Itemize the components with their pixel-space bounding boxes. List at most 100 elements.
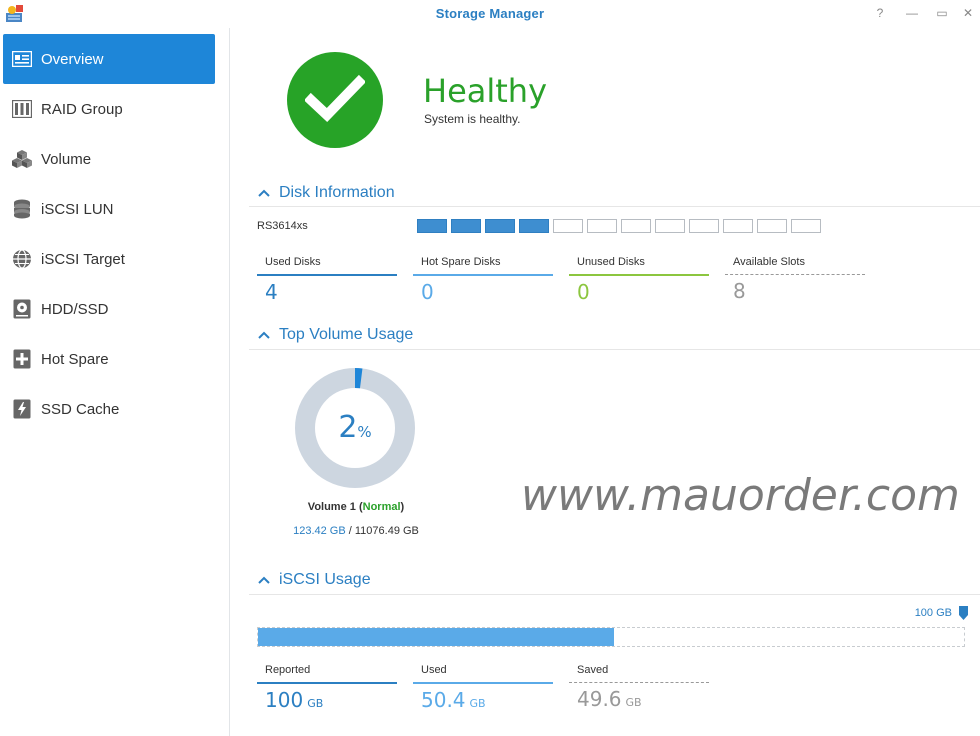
- disk-slot-empty[interactable]: [791, 219, 821, 233]
- checkmark-icon: [303, 74, 367, 127]
- sidebar-item-label: Volume: [41, 150, 92, 168]
- disk-slot-used[interactable]: [519, 219, 549, 233]
- chevron-up-icon: [257, 328, 271, 342]
- stat-rule: [413, 274, 553, 276]
- iscsi-capacity-label: 100 GB: [914, 607, 952, 619]
- stat-unit: GB: [625, 696, 642, 709]
- stat-available-slots: Available Slots 8: [725, 256, 865, 303]
- sidebar-item-hdd-ssd[interactable]: HDD/SSD: [3, 284, 215, 334]
- stat-rule: [257, 682, 397, 684]
- sidebar-item-volume[interactable]: Volume: [3, 134, 215, 184]
- divider: [249, 349, 980, 350]
- volume-used-size: 123.42 GB: [293, 525, 346, 537]
- health-status-message: System is healthy.: [424, 112, 521, 126]
- iscsi-usage-fill: [258, 628, 614, 646]
- sidebar-item-label: Overview: [41, 50, 104, 68]
- hdd-ssd-icon: [11, 298, 33, 320]
- close-button[interactable]: ✕: [958, 4, 978, 22]
- volume-size-separator: /: [345, 525, 355, 537]
- volume-name-label: Volume 1 (Normal): [307, 501, 405, 513]
- disk-slot-empty[interactable]: [689, 219, 719, 233]
- disk-slot-used[interactable]: [417, 219, 447, 233]
- iscsi-usage-bar: [257, 627, 965, 647]
- stat-label: Reported: [265, 664, 311, 676]
- volume-usage-donut: 2%: [293, 366, 417, 490]
- iscsi-usage-header[interactable]: iSCSI Usage: [257, 571, 371, 589]
- stat-rule: [257, 274, 397, 276]
- sidebar-item-raid-group[interactable]: RAID Group: [3, 84, 215, 134]
- ssd-cache-icon: [11, 398, 33, 420]
- divider: [249, 594, 980, 595]
- volume-status: Normal: [362, 501, 401, 513]
- sidebar-item-iscsi-lun[interactable]: iSCSI LUN: [3, 184, 215, 234]
- sidebar-item-hot-spare[interactable]: Hot Spare: [3, 334, 215, 384]
- donut-percent-sign: %: [357, 423, 371, 441]
- volume-name: Volume 1: [307, 501, 356, 513]
- title-bar: Storage Manager ? — ▭ ✕: [0, 0, 980, 28]
- disk-information-header[interactable]: Disk Information: [257, 184, 395, 202]
- sidebar: Overview RAID Group Volume iSCSI LUN iSC…: [0, 28, 230, 736]
- minimize-button[interactable]: —: [902, 4, 922, 22]
- stat-value: 100: [265, 688, 304, 712]
- health-status-badge: [287, 52, 383, 148]
- disk-slot-empty[interactable]: [621, 219, 651, 233]
- stat-label: Available Slots: [733, 256, 805, 268]
- disk-slot-empty[interactable]: [757, 219, 787, 233]
- hot-spare-icon: [11, 348, 33, 370]
- stat-used: Used 50.4 GB: [413, 664, 553, 712]
- stat-value: 4: [265, 280, 278, 304]
- health-status-title: Healthy: [423, 72, 548, 110]
- maximize-button[interactable]: ▭: [932, 4, 952, 22]
- stat-rule: [569, 274, 709, 276]
- raid-group-icon: [11, 98, 33, 120]
- stat-value: 50.4: [421, 688, 466, 712]
- section-title: Disk Information: [279, 184, 395, 201]
- sidebar-item-label: HDD/SSD: [41, 300, 109, 318]
- disk-slot-empty[interactable]: [655, 219, 685, 233]
- stat-saved: Saved 49.6 GB: [569, 664, 709, 711]
- stat-rule: [725, 274, 865, 275]
- watermark-text: www.mauorder.com: [521, 470, 960, 521]
- stat-used-disks: Used Disks 4: [257, 256, 397, 304]
- stat-label: Unused Disks: [577, 256, 645, 268]
- svg-text:2%: 2%: [338, 410, 371, 445]
- chevron-up-icon: [257, 186, 271, 200]
- disk-slot-empty[interactable]: [723, 219, 753, 233]
- section-title: Top Volume Usage: [279, 326, 414, 343]
- disk-slot-used[interactable]: [485, 219, 515, 233]
- stat-unit: GB: [469, 697, 486, 710]
- stat-label: Hot Spare Disks: [421, 256, 501, 268]
- iscsi-target-icon: [11, 248, 33, 270]
- sidebar-item-label: Hot Spare: [41, 350, 109, 368]
- stat-reported: Reported 100 GB: [257, 664, 397, 712]
- stat-rule: [413, 682, 553, 684]
- top-volume-usage-header[interactable]: Top Volume Usage: [257, 326, 413, 344]
- sidebar-item-iscsi-target[interactable]: iSCSI Target: [3, 234, 215, 284]
- disk-slot-empty[interactable]: [553, 219, 583, 233]
- sidebar-item-overview[interactable]: Overview: [3, 34, 215, 84]
- donut-percent-value: 2: [338, 410, 357, 445]
- stat-label: Used Disks: [265, 256, 321, 268]
- sidebar-item-label: iSCSI LUN: [41, 200, 114, 218]
- help-button[interactable]: ?: [870, 4, 890, 22]
- stat-unused-disks: Unused Disks 0: [569, 256, 709, 304]
- disk-slot-empty[interactable]: [587, 219, 617, 233]
- main-panel: Healthy System is healthy. Disk Informat…: [231, 28, 980, 736]
- capacity-marker-icon: [959, 606, 968, 620]
- stat-rule: [569, 682, 709, 683]
- stat-value: 49.6: [577, 687, 622, 711]
- sidebar-item-label: RAID Group: [41, 100, 123, 118]
- stat-value: 8: [733, 279, 746, 303]
- stat-unit: GB: [307, 697, 324, 710]
- sidebar-item-label: SSD Cache: [41, 400, 120, 418]
- stat-label: Saved: [577, 664, 609, 676]
- volume-total-size: 11076.49 GB: [354, 525, 419, 537]
- stat-label: Used: [421, 664, 447, 676]
- iscsi-lun-icon: [11, 198, 33, 220]
- sidebar-item-ssd-cache[interactable]: SSD Cache: [3, 384, 215, 434]
- stat-hot-spare-disks: Hot Spare Disks 0: [413, 256, 553, 304]
- disk-slot-used[interactable]: [451, 219, 481, 233]
- chevron-up-icon: [257, 573, 271, 587]
- nas-model-label: RS3614xs: [257, 220, 308, 232]
- stat-value: 0: [421, 280, 434, 304]
